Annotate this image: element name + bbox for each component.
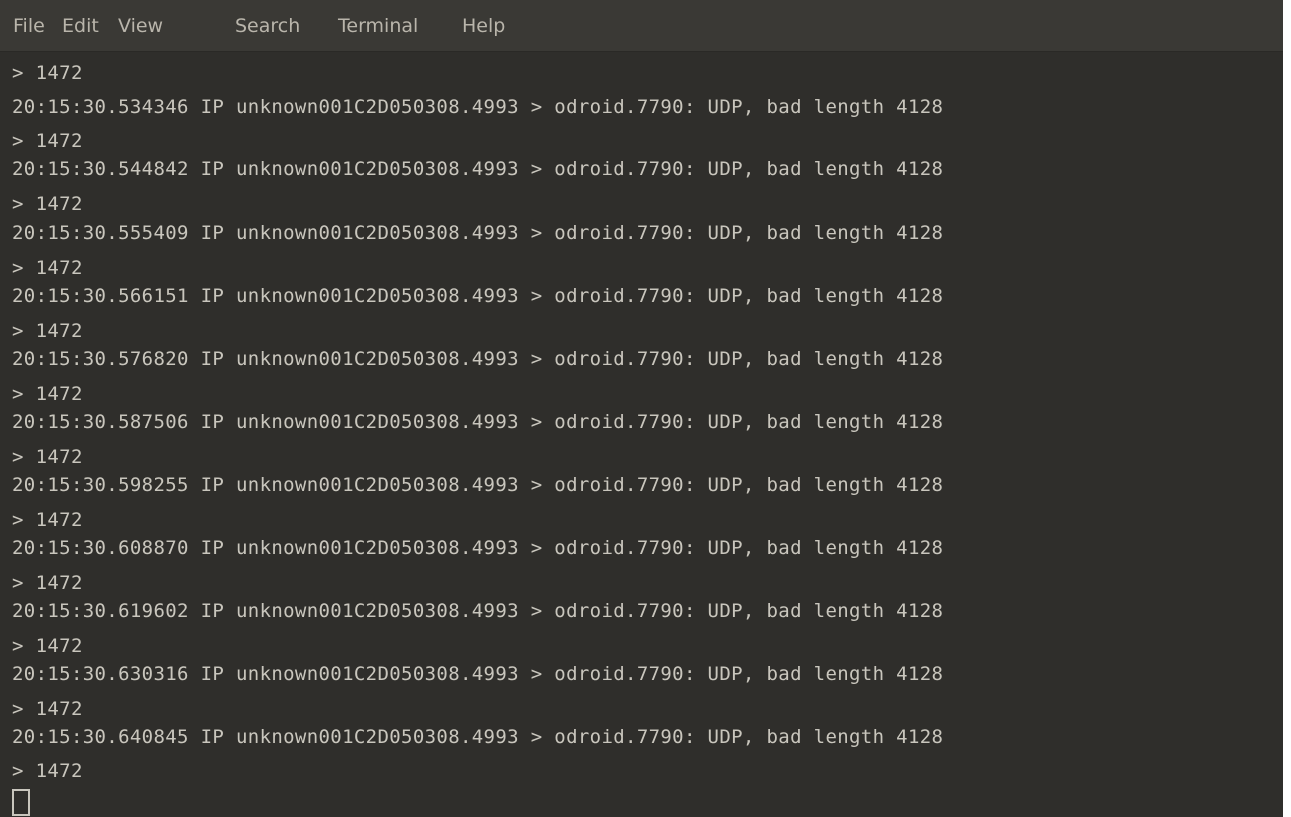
terminal-line: > 1472 xyxy=(12,509,83,531)
terminal-line: 20:15:30.566151 IP unknown001C2D050308.4… xyxy=(12,285,944,307)
menu-view[interactable]: View xyxy=(118,15,163,37)
terminal-cursor xyxy=(12,789,30,816)
terminal-line: > 1472 xyxy=(12,383,83,405)
menu-terminal[interactable]: Terminal xyxy=(338,15,418,37)
terminal-line: 20:15:30.640845 IP unknown001C2D050308.4… xyxy=(12,726,944,748)
terminal-line: 20:15:30.544842 IP unknown001C2D050308.4… xyxy=(12,158,944,180)
terminal-line: 20:15:30.534346 IP unknown001C2D050308.4… xyxy=(12,96,944,118)
menu-file[interactable]: File xyxy=(13,15,45,37)
terminal-line: 20:15:30.576820 IP unknown001C2D050308.4… xyxy=(12,348,944,370)
terminal-line: > 1472 xyxy=(12,193,83,215)
terminal-line: > 1472 xyxy=(12,760,83,782)
terminal-line: 20:15:30.555409 IP unknown001C2D050308.4… xyxy=(12,222,944,244)
terminal-line: 20:15:30.587506 IP unknown001C2D050308.4… xyxy=(12,411,944,433)
terminal-line: > 1472 xyxy=(12,130,83,152)
terminal-line: 20:15:30.630316 IP unknown001C2D050308.4… xyxy=(12,663,944,685)
terminal-window: File Edit View Search Terminal Help > 14… xyxy=(0,0,1283,817)
terminal-line: > 1472 xyxy=(12,320,83,342)
terminal-line: > 1472 xyxy=(12,257,83,279)
menu-bar: File Edit View Search Terminal Help xyxy=(0,0,1283,52)
window-edge xyxy=(1283,0,1291,817)
terminal-line: > 1472 xyxy=(12,698,83,720)
terminal-line: > 1472 xyxy=(12,635,83,657)
menu-help[interactable]: Help xyxy=(462,15,505,37)
terminal-line: > 1472 xyxy=(12,62,83,84)
terminal-line: > 1472 xyxy=(12,572,83,594)
terminal-line: > 1472 xyxy=(12,446,83,468)
terminal-line: 20:15:30.608870 IP unknown001C2D050308.4… xyxy=(12,537,944,559)
terminal-line: 20:15:30.598255 IP unknown001C2D050308.4… xyxy=(12,474,944,496)
menu-search[interactable]: Search xyxy=(235,15,300,37)
terminal-line: 20:15:30.619602 IP unknown001C2D050308.4… xyxy=(12,600,944,622)
menu-edit[interactable]: Edit xyxy=(62,15,99,37)
